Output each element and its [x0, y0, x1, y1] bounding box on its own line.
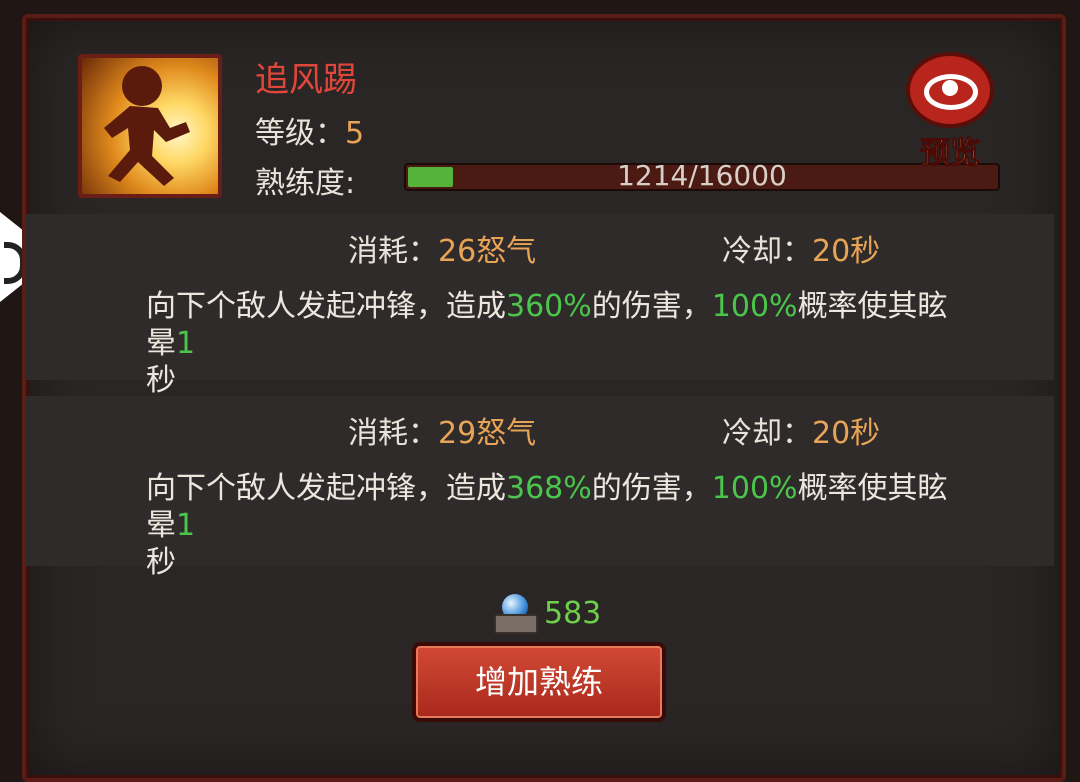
cost-label: 消耗：	[348, 234, 438, 269]
crystal-orb-icon	[494, 594, 538, 634]
cooldown-label: 冷却：	[722, 416, 812, 451]
cost-row: 消耗：26怒气	[348, 226, 536, 270]
preview-label: 预览	[920, 136, 981, 172]
desc-duration: 1	[176, 508, 196, 543]
desc-damage: 368%	[506, 471, 592, 506]
skill-description: 向下个敌人发起冲锋，造成360%的伤害，100%概率使其眩晕1 秒	[146, 288, 976, 399]
preview-button[interactable]: 预览	[904, 52, 996, 172]
desc-text: 秒	[146, 545, 176, 580]
cooldown-label: 冷却：	[722, 234, 812, 269]
desc-chance: 100%	[711, 471, 798, 506]
running-figure-icon	[104, 66, 190, 186]
level-row: 等级：5	[255, 108, 364, 152]
skill-description: 向下个敌人发起冲锋，造成368%的伤害，100%概率使其眩晕1 秒	[146, 470, 976, 581]
skill-name: 追风踢	[255, 60, 357, 100]
desc-text: 向下个敌人发起冲锋，造成	[146, 289, 506, 324]
level-section-2: 消耗：29怒气 冷却：20秒 向下个敌人发起冲锋，造成368%的伤害，100%概…	[26, 396, 1054, 580]
proficiency-label: 熟练度:	[255, 166, 356, 201]
eye-icon	[906, 52, 994, 128]
currency-amount: 583	[544, 596, 602, 631]
cooldown-row: 冷却：20秒	[722, 226, 880, 270]
desc-text: 的伤害，	[591, 471, 712, 506]
cost-value: 29怒气	[438, 416, 537, 451]
desc-duration: 1	[176, 326, 196, 361]
cost-label: 消耗：	[348, 416, 438, 451]
skill-icon	[78, 54, 222, 198]
desc-text: 向下个敌人发起冲锋，造成	[146, 471, 506, 506]
cooldown-value: 20秒	[812, 234, 881, 269]
cost-value: 26怒气	[438, 234, 537, 269]
level-value: 5	[345, 116, 365, 151]
level-section-1: 消耗：26怒气 冷却：20秒 向下个敌人发起冲锋，造成360%的伤害，100%概…	[26, 214, 1054, 398]
cost-row: 消耗：29怒气	[348, 408, 536, 452]
desc-text: 的伤害，	[591, 289, 712, 324]
desc-chance: 100%	[711, 289, 798, 324]
increase-proficiency-button[interactable]: 增加熟练	[412, 642, 666, 722]
cooldown-value: 20秒	[812, 416, 881, 451]
desc-text: 秒	[146, 363, 176, 398]
cooldown-row: 冷却：20秒	[722, 408, 880, 452]
level-label: 等级：	[255, 116, 345, 151]
desc-damage: 360%	[506, 289, 592, 324]
